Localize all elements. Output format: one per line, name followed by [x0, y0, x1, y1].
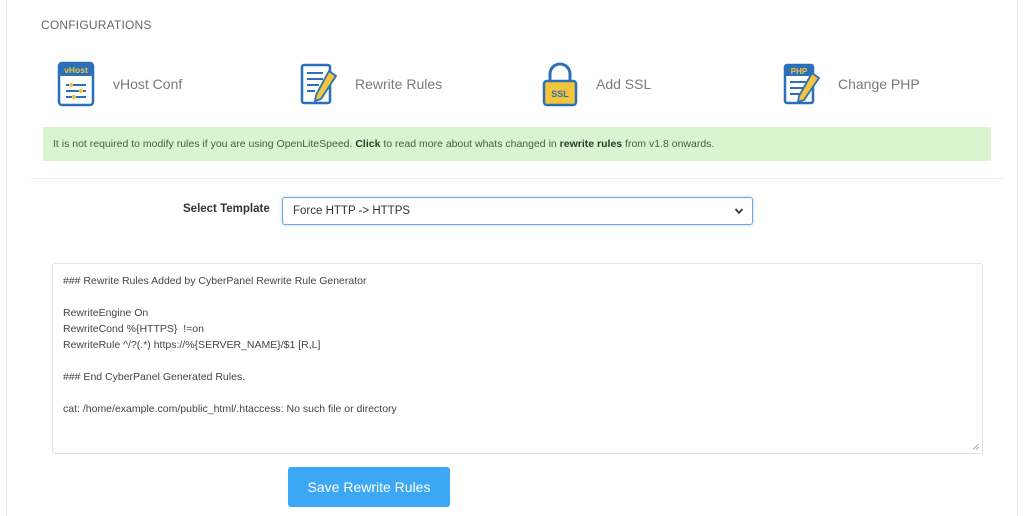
notice-click-link[interactable]: Click — [355, 138, 380, 150]
php-badge-text: PHP — [791, 67, 808, 76]
rewrite-rules-item[interactable]: Rewrite Rules — [299, 58, 442, 110]
notice-rewrite-rules: rewrite rules — [559, 138, 623, 150]
editor-line: cat: /home/example.com/public_html/.htac… — [63, 403, 397, 415]
vhost-conf-item[interactable]: vHost vHost Conf — [57, 58, 182, 110]
resize-handle-icon[interactable] — [972, 443, 979, 450]
vhost-conf-label: vHost Conf — [113, 76, 183, 92]
change-php-label: Change PHP — [838, 76, 920, 92]
editor-line: ### Rewrite Rules Added by CyberPanel Re… — [63, 275, 367, 287]
editor-line: RewriteEngine On — [63, 307, 149, 319]
change-php-item[interactable]: PHP Change PHP — [782, 58, 920, 110]
notice-text-2: to read more about whats changed in — [383, 138, 557, 150]
configurations-panel: CONFIGURATIONS vHost vHost Conf Rewrite … — [6, 0, 1018, 516]
editor-line: RewriteRule ^/?(.*) https://%{SERVER_NAM… — [63, 339, 321, 351]
chevron-down-icon — [734, 208, 744, 215]
save-rewrite-rules-button[interactable]: Save Rewrite Rules — [288, 467, 450, 507]
add-ssl-item[interactable]: SSL Add SSL — [540, 58, 651, 110]
add-ssl-label: Add SSL — [596, 76, 652, 92]
template-selected-value: Force HTTP -> HTTPS — [293, 205, 411, 217]
template-select[interactable]: Force HTTP -> HTTPS — [282, 197, 753, 225]
vhost-conf-icon: vHost — [57, 61, 95, 107]
rewrite-rules-editor[interactable]: ### Rewrite Rules Added by CyberPanel Re… — [52, 263, 983, 454]
editor-line: RewriteCond %{HTTPS} !=on — [63, 323, 204, 335]
rewrite-rules-label: Rewrite Rules — [355, 76, 443, 92]
notice-text-3: from v1.8 onwards. — [625, 138, 715, 150]
ssl-lock-icon: SSL — [542, 62, 578, 107]
vhost-badge-text: vHost — [64, 65, 88, 75]
section-divider — [31, 178, 1005, 179]
rewrite-rules-icon — [300, 63, 338, 105]
section-title: CONFIGURATIONS — [41, 18, 152, 32]
php-file-icon: PHP — [783, 63, 821, 105]
ssl-badge-text: SSL — [551, 89, 569, 99]
select-template-label: Select Template — [183, 203, 270, 215]
openlitespeed-notice: It is not required to modify rules if yo… — [43, 127, 991, 161]
editor-line: ### End CyberPanel Generated Rules. — [63, 371, 246, 383]
notice-text-1: It is not required to modify rules if yo… — [53, 138, 353, 150]
